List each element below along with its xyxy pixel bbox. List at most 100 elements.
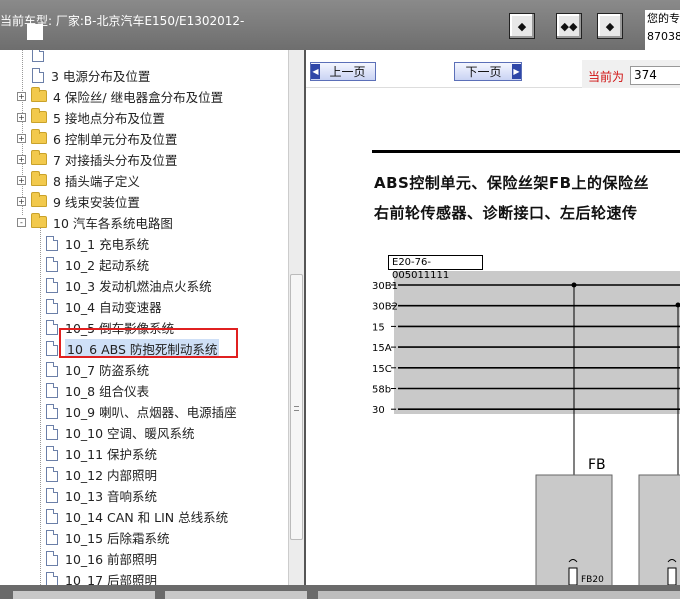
tree-document-item[interactable]: 2 ... <box>32 50 75 64</box>
notice-line: 87038 <box>647 30 680 43</box>
document-icon <box>46 235 58 251</box>
fuse-block-label: FB <box>588 457 606 473</box>
tree-folder-item[interactable]: +9 线束安装位置 <box>17 191 140 211</box>
expand-icon[interactable]: + <box>17 91 26 101</box>
document-icon <box>46 319 58 335</box>
contents-tree[interactable]: 2 ...3 电源分布及位置+4 保险丝/ 继电器盒分布及位置+5 接地点分布及… <box>0 50 288 585</box>
notice-panel: 您的专 87038 <box>645 10 680 50</box>
tree-item-label: 10_11 保护系统 <box>65 446 158 462</box>
expand-icon[interactable]: + <box>17 196 26 206</box>
tree-item-label: 10_2 起动系统 <box>65 257 150 273</box>
folder-icon <box>31 171 47 186</box>
tree-document-item[interactable]: 10_11 保护系统 <box>46 443 157 463</box>
tree-folder-item[interactable]: +5 接地点分布及位置 <box>17 107 165 127</box>
fuse-label: FB20 <box>581 575 604 585</box>
tree-folder-item[interactable]: +7 对接插头分布及位置 <box>17 149 177 169</box>
bus-label: 58b <box>372 385 391 396</box>
tree-document-item[interactable]: 10_12 内部照明 <box>46 464 157 484</box>
bus-label: 15A <box>372 343 392 354</box>
tree-document-item[interactable]: 10_1 充电系统 <box>46 233 149 253</box>
bus-label: 15 <box>372 322 385 333</box>
tree-folder-item[interactable]: +6 控制单元分布及位置 <box>17 128 177 148</box>
tree-item-label: 10_7 防盗系统 <box>65 362 150 378</box>
tree-item-label: 10_15 后除霜系统 <box>65 530 170 546</box>
document-icon <box>46 424 58 440</box>
document-icon <box>46 571 58 585</box>
document-code-box: E20-76-005011111 <box>388 255 483 281</box>
tree-document-item[interactable]: 10_9 喇叭、点烟器、电源插座 <box>46 401 237 421</box>
tree-item-label: 10_10 空调、暖风系统 <box>65 425 195 441</box>
scrollbar-thumb[interactable] <box>290 274 303 540</box>
fit-page-button[interactable]: ◆◆ <box>556 13 582 39</box>
bus-label: 15C <box>372 364 392 375</box>
folder-icon <box>31 150 47 165</box>
tree-document-item[interactable]: 10_8 组合仪表 <box>46 380 149 400</box>
document-icon <box>46 340 58 356</box>
tree-item-label: 3 电源分布及位置 <box>51 68 151 84</box>
app-header: 当前车型: 厂家:B-北京汽车E150/E1302012- ◆ ◆◆ ◆ 您的专… <box>0 0 680 50</box>
tree-document-item[interactable]: 10_17 后部照明 <box>46 569 157 585</box>
tree-item-label: 10_17 后部照明 <box>65 572 158 586</box>
expand-icon[interactable]: + <box>17 112 26 122</box>
tree-item-label: 10_9 喇叭、点烟器、电源插座 <box>65 404 237 420</box>
expand-icon[interactable]: + <box>17 154 26 164</box>
document-icon <box>46 466 58 482</box>
document-icon <box>46 403 58 419</box>
fuse-adjacent <box>667 567 677 585</box>
bus-label: 30B2 <box>372 302 398 313</box>
tree-item-label: 10_16 前部照明 <box>65 551 158 567</box>
tree-folder-item[interactable]: - 10 汽车各系统电路图 <box>17 212 173 232</box>
document-viewer: ◀ 上一页 下一页 ▶ 当前为 374 ABS控制单元、保险丝架FB上的保险丝 … <box>306 50 680 585</box>
folder-icon <box>31 213 47 228</box>
tree-item-label: 10_12 内部照明 <box>65 467 158 483</box>
diamond-icon: ◆ <box>605 19 615 33</box>
tree-item-label: 5 接地点分布及位置 <box>53 110 165 126</box>
tree-document-item[interactable]: 10_4 自动变速器 <box>46 296 162 316</box>
tree-item-label: 10 汽车各系统电路图 <box>53 215 173 231</box>
status-segment <box>165 591 307 599</box>
tree-document-item[interactable]: 10_15 后除霜系统 <box>46 527 170 547</box>
tree-document-item[interactable]: 3 电源分布及位置 <box>32 65 150 85</box>
tree-item-label: 10_1 充电系统 <box>65 236 150 252</box>
tree-item-label: 10_8 组合仪表 <box>65 383 150 399</box>
tree-document-item[interactable]: 10_2 起动系统 <box>46 254 149 274</box>
tree-document-item[interactable]: 10_16 前部照明 <box>46 548 157 568</box>
notice-line: 您的专 <box>647 12 680 25</box>
bus-panel <box>394 271 680 414</box>
document-icon <box>32 50 44 62</box>
tree-item-label: 9 线束安装位置 <box>53 194 140 210</box>
folder-icon <box>31 108 47 123</box>
document-icon <box>46 298 58 314</box>
tree-document-item[interactable]: 10_3 发动机燃油点火系统 <box>46 275 212 295</box>
first-page-button[interactable]: ◆ <box>509 13 535 39</box>
expand-icon[interactable]: + <box>17 175 26 185</box>
document-icon <box>46 382 58 398</box>
tree-folder-item[interactable]: +8 插头端子定义 <box>17 170 140 190</box>
bus-label: 30 <box>372 405 385 416</box>
tree-item-label: 4 保险丝/ 继电器盒分布及位置 <box>53 89 224 105</box>
tree-document-item[interactable]: 10_14 CAN 和 LIN 总线系统 <box>46 506 228 526</box>
expand-icon[interactable]: + <box>17 133 26 143</box>
folder-icon <box>31 129 47 144</box>
tree-document-item[interactable]: 10_10 空调、暖风系统 <box>46 422 195 442</box>
tree-document-item[interactable]: 10_7 防盗系统 <box>46 359 149 379</box>
tree-folder-item[interactable]: +4 保险丝/ 继电器盒分布及位置 <box>17 86 223 106</box>
document-icon <box>46 361 58 377</box>
wiring-diagram: 30B1 30B2 15 15A 15C 58b 30 <box>372 271 680 585</box>
status-bar <box>0 585 680 599</box>
document-icon <box>46 487 58 503</box>
tree-item-label: 8 插头端子定义 <box>53 173 140 189</box>
horizontal-scrollbar[interactable] <box>318 591 680 599</box>
document-icon <box>46 550 58 566</box>
tree-item-label: 10_14 CAN 和 LIN 总线系统 <box>65 509 229 525</box>
document-icon <box>46 445 58 461</box>
diamond-icon: ◆ <box>517 19 527 33</box>
last-page-button[interactable]: ◆ <box>597 13 623 39</box>
tree-guide-line <box>40 220 41 585</box>
tree-item-label: 10_4 自动变速器 <box>65 299 162 315</box>
tree-scrollbar[interactable] <box>288 50 304 585</box>
grip-icon <box>294 406 299 411</box>
document-icon <box>46 529 58 545</box>
collapse-icon[interactable]: - <box>17 217 26 227</box>
tree-document-item[interactable]: 10_13 音响系统 <box>46 485 157 505</box>
